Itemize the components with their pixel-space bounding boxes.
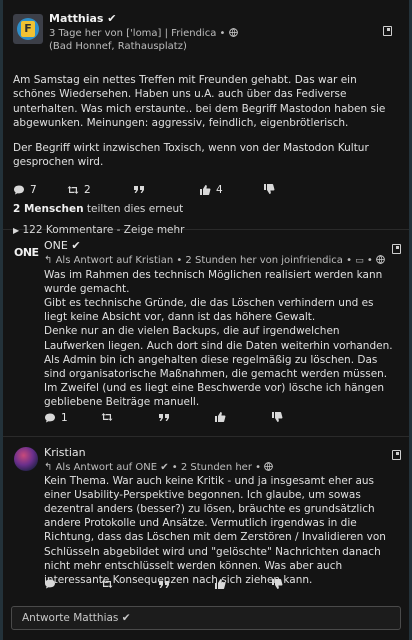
- friendica-logo-icon: F: [21, 21, 35, 37]
- comment-author[interactable]: ONE ✔: [44, 239, 396, 254]
- reshared-by-count[interactable]: 2 Menschen: [13, 203, 84, 215]
- post-location[interactable]: (Bad Honnef, Rathausplatz): [49, 40, 238, 53]
- reply-arrow-icon: ↰: [44, 461, 53, 473]
- retweet-icon: [101, 413, 113, 421]
- comment-icon: [14, 185, 24, 195]
- thumbs-down-icon: [264, 183, 275, 194]
- main-post: F Matthias ✔ 3 Tage her von ['loma] | Fr…: [3, 6, 409, 236]
- retweet-icon: [67, 185, 79, 194]
- dislike-button[interactable]: [271, 411, 288, 423]
- comment-button[interactable]: 1: [44, 411, 68, 426]
- quote-button[interactable]: [133, 183, 150, 195]
- thumbs-up-icon: [215, 579, 226, 589]
- reply-arrow-icon: ↰: [44, 254, 53, 266]
- comment-icon: [45, 413, 55, 423]
- divider: [3, 436, 409, 437]
- thumbs-down-icon: [272, 579, 283, 589]
- avatar[interactable]: [14, 447, 38, 471]
- quote-icon: [159, 414, 169, 421]
- reshared-by-text: teilten dies erneut: [86, 202, 184, 215]
- globe-icon: [264, 461, 274, 471]
- post-actions: 7 2 4: [13, 180, 399, 198]
- comment-actions: [44, 578, 384, 592]
- reshare-button[interactable]: [101, 578, 118, 590]
- comment-count: 1: [61, 412, 68, 424]
- comment-meta: ↰ Als Antwort auf ONE ✔ • 2 Stunden her …: [44, 461, 396, 474]
- comment-author[interactable]: Kristian: [44, 446, 396, 461]
- post-paragraph: Der Begriff wirkt inzwischen Toxisch, we…: [13, 141, 369, 169]
- reshare-button[interactable]: [101, 411, 118, 423]
- like-button[interactable]: [214, 578, 231, 590]
- thumbs-up-icon: [215, 412, 226, 422]
- thumbs-up-icon: [200, 184, 211, 195]
- avatar[interactable]: ONE: [14, 244, 39, 268]
- retweet-icon: [101, 580, 113, 588]
- comment-meta-text[interactable]: Als Antwort auf ONE ✔ • 2 Stunden her •: [56, 462, 261, 473]
- comment-actions: 1: [44, 411, 384, 425]
- caret-right-icon: ▶: [13, 226, 20, 235]
- post-author-block: Matthias ✔ 3 Tage her von ['loma] | Frie…: [49, 12, 238, 53]
- post-author[interactable]: Matthias ✔: [49, 12, 238, 27]
- dislike-button[interactable]: [271, 578, 288, 590]
- quote-icon: [134, 185, 144, 193]
- context-menu-icon[interactable]: [383, 26, 392, 36]
- like-button[interactable]: [214, 411, 231, 423]
- post-meta-text[interactable]: 3 Tage her von ['loma] | Friendica •: [49, 28, 225, 39]
- comments-toggle-label: 122 Kommentare - Zeige mehr: [22, 224, 185, 236]
- dislike-button[interactable]: [263, 183, 280, 195]
- avatar-text: ONE: [14, 246, 39, 259]
- post-header: F Matthias ✔ 3 Tage her von ['loma] | Fr…: [13, 12, 399, 53]
- context-menu-icon[interactable]: [392, 244, 401, 254]
- laptop-icon: ▭: [355, 255, 364, 266]
- post-meta: 3 Tage her von ['loma] | Friendica •: [49, 27, 238, 40]
- post-body: Am Samstag ein nettes Treffen mit Freund…: [13, 73, 399, 170]
- like-count: 4: [216, 183, 223, 196]
- avatar[interactable]: F: [13, 14, 43, 44]
- context-menu-icon[interactable]: [392, 450, 401, 460]
- globe-icon: [376, 254, 385, 264]
- comment-button[interactable]: [44, 578, 61, 590]
- comment-text: Kein Thema. War auch keine Kritik - und …: [44, 474, 386, 586]
- comment-text: Was im Rahmen des technisch Möglichen re…: [44, 268, 393, 409]
- comments-toggle[interactable]: ▶ 122 Kommentare - Zeige mehr: [13, 223, 399, 239]
- reshare-count: 2: [84, 183, 91, 196]
- comment-icon: [45, 579, 55, 589]
- comment-count: 7: [30, 183, 37, 196]
- post-paragraph: Am Samstag ein nettes Treffen mit Freund…: [13, 73, 386, 130]
- quote-button[interactable]: [158, 411, 175, 423]
- reshared-by: 2 Menschen teilten dies erneut: [13, 202, 399, 217]
- quote-icon: [159, 581, 169, 588]
- comment-meta-text[interactable]: Als Antwort auf Kristian • 2 Stunden her…: [56, 255, 352, 266]
- thumbs-down-icon: [272, 412, 283, 422]
- quote-button[interactable]: [158, 578, 175, 590]
- comment-meta: ↰ Als Antwort auf Kristian • 2 Stunden h…: [44, 254, 396, 268]
- reshare-button[interactable]: 2: [67, 183, 91, 198]
- globe-icon: [228, 27, 238, 37]
- comment-button[interactable]: 7: [13, 183, 37, 198]
- comment: Kristian ↰ Als Antwort auf ONE ✔ • 2 Stu…: [44, 446, 396, 587]
- reply-input[interactable]: Antworte Matthias ✔: [11, 606, 401, 630]
- comment: ONE ✔ ↰ Als Antwort auf Kristian • 2 Stu…: [44, 239, 396, 410]
- like-button[interactable]: 4: [199, 183, 223, 198]
